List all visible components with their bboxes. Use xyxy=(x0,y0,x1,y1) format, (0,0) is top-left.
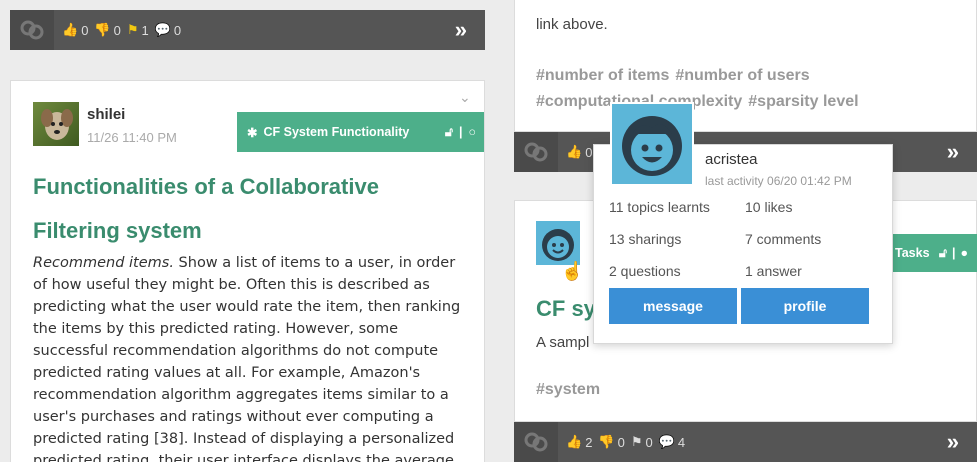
link-button[interactable] xyxy=(10,10,54,50)
tag[interactable]: #sparsity level xyxy=(748,93,858,110)
link-icon xyxy=(524,432,548,452)
flag-icon: ⚑ xyxy=(630,434,643,449)
tag[interactable]: #system xyxy=(536,381,600,399)
stat-likes: 10 likes xyxy=(745,199,793,215)
circle-icon[interactable]: ○ xyxy=(468,125,476,139)
post-title[interactable]: Functionalities of a Collaborative Filte… xyxy=(33,165,473,253)
message-button[interactable]: message xyxy=(609,288,737,324)
popup-avatar[interactable] xyxy=(610,102,694,186)
tag-list: #number of items #number of users #comput… xyxy=(536,63,956,115)
tag[interactable]: #number of items xyxy=(536,67,669,84)
popup-username[interactable]: acristea xyxy=(705,151,758,168)
thumbs-down-icon: 👎 xyxy=(598,434,615,449)
dot-icon[interactable]: ● xyxy=(960,246,968,261)
like-count[interactable]: 👍 2 xyxy=(566,434,592,450)
post-card-right-top: link above. #number of items #number of u… xyxy=(514,0,977,132)
category-button[interactable]: ✱ CF System Functionality 🔓︎ | ○ xyxy=(237,112,484,152)
thumbs-up-icon: 👍 xyxy=(62,22,79,37)
dislike-count[interactable]: 👎 0 xyxy=(94,22,120,38)
profile-button[interactable]: profile xyxy=(741,288,869,324)
comment-icon: 💬 xyxy=(154,22,171,37)
author-name[interactable]: shilei xyxy=(87,106,125,123)
thumbs-up-icon: 👍 xyxy=(566,144,583,159)
tag[interactable]: #number of users xyxy=(675,67,809,84)
right-bottom-action-bar: 👍 2 👎 0 ⚑ 0 💬 4 » xyxy=(514,422,977,462)
post-card-left: ⌄ shilei 11/26 11:40 PM ✱ CF System Func… xyxy=(10,80,485,462)
comment-icon: 💬 xyxy=(658,434,675,449)
link-button[interactable] xyxy=(514,422,558,462)
left-top-action-bar: 👍 0 👎 0 ⚑ 1 💬 0 » xyxy=(10,10,485,50)
expand-arrows-icon[interactable]: » xyxy=(947,429,959,455)
expand-arrows-icon[interactable]: » xyxy=(455,17,467,43)
link-button[interactable] xyxy=(514,132,558,172)
category-button[interactable]: Tasks 🔓︎ | ● xyxy=(885,234,977,272)
thumbs-down-icon: 👎 xyxy=(94,22,111,37)
stat-sharings: 13 sharings xyxy=(609,231,682,247)
post-text-fragment: link above. xyxy=(536,16,608,33)
link-icon xyxy=(20,20,44,40)
stat-questions: 2 questions xyxy=(609,263,681,279)
like-count[interactable]: 👍 0 xyxy=(62,22,88,38)
hand-cursor-icon: ☝ xyxy=(561,261,584,281)
expand-arrows-icon[interactable]: » xyxy=(947,139,959,165)
flag-icon: ⚑ xyxy=(126,22,139,37)
stat-answers: 1 answer xyxy=(745,263,802,279)
comment-count[interactable]: 💬 0 xyxy=(155,22,181,38)
avatar[interactable] xyxy=(536,221,580,265)
unlock-icon[interactable]: 🔓︎ xyxy=(445,125,453,140)
asterisk-icon: ✱ xyxy=(247,125,258,140)
post-time: 11/26 11:40 PM xyxy=(87,130,177,145)
stat-topics: 11 topics learnts xyxy=(609,199,710,215)
avatar[interactable] xyxy=(33,102,79,146)
dislike-count[interactable]: 👎 0 xyxy=(598,434,624,450)
flag-count[interactable]: ⚑ 1 xyxy=(127,22,149,38)
post-title[interactable]: CF sy xyxy=(536,287,596,331)
collapse-chevron-icon[interactable]: ⌄ xyxy=(459,89,471,106)
popup-last-activity: last activity 06/20 01:42 PM xyxy=(705,174,852,188)
flag-count[interactable]: ⚑ 0 xyxy=(631,434,653,450)
like-count[interactable]: 👍 0 xyxy=(566,144,592,160)
thumbs-up-icon: 👍 xyxy=(566,434,583,449)
user-profile-popup: acristea last activity 06/20 01:42 PM 11… xyxy=(593,102,893,344)
link-icon xyxy=(524,142,548,162)
post-body: Recommend items. Show a list of items to… xyxy=(33,255,461,462)
comment-count[interactable]: 💬 4 xyxy=(659,434,685,450)
unlock-icon[interactable]: 🔓︎ xyxy=(939,246,947,261)
stat-comments: 7 comments xyxy=(745,231,822,247)
post-description: A sampl xyxy=(536,334,590,351)
